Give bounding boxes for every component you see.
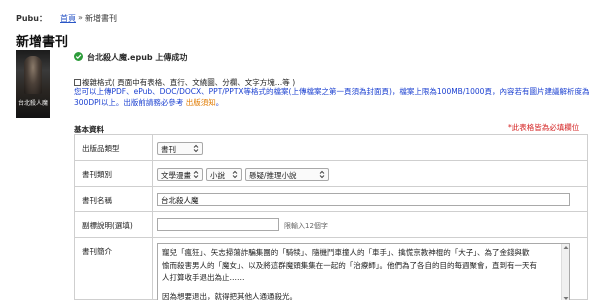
chevron-updown-icon [192, 144, 200, 153]
scroll-up-icon[interactable] [563, 245, 569, 250]
title-label: 書刊名稱 [82, 196, 112, 205]
summary-line-4: 因為想要退出，就得把其他人通通殺光。 [162, 291, 297, 300]
summary-line-1: 寵兒「瘋狂」、矢志掃蕩詐騙集團的「騎犊」、隨機鬥車撞人的「車手」、擒慌京教神棍的… [162, 248, 530, 257]
scroll-down-icon[interactable] [563, 296, 569, 300]
category-field-cell: 文學漫畫 小說 懸疑/推理小說 [153, 161, 587, 186]
subtitle-label-cell: 副標說明(選填) [75, 212, 153, 237]
form-row-title: 書刊名稱 台北殺人魔 [75, 187, 587, 212]
chevron-updown-icon [231, 170, 239, 179]
summary-label-cell: 書刊簡介 [75, 238, 153, 300]
upload-status-text: 台北殺人魔.epub 上傳成功 [87, 53, 188, 62]
summary-label: 書刊簡介 [82, 247, 112, 256]
form-row-subtitle: 副標說明(選填) 限輸入12個字 [75, 212, 587, 238]
upload-notice-text: 您可以上傳PDF、ePub、DOC/DOCX、PPT/PPTX等格式的檔案(上傳… [74, 87, 590, 107]
publishing-guide-link[interactable]: 出版須知 [186, 98, 216, 107]
cover-title-text: 台北殺人魔 [17, 100, 48, 107]
complex-format-checkbox[interactable] [74, 79, 81, 86]
book-title-input-value: 台北殺人魔 [161, 196, 199, 205]
book-title-input[interactable]: 台北殺人魔 [157, 193, 570, 206]
category-level1-value: 文學漫畫 [161, 171, 191, 180]
pub-type-label: 出版品類型 [82, 144, 120, 153]
site-brand: Pubu： [16, 14, 47, 23]
book-cover-thumbnail: 台北殺人魔 [16, 50, 50, 118]
page-title: 新增書刊 [16, 35, 69, 50]
upload-notice: 您可以上傳PDF、ePub、DOC/DOCX、PPT/PPTX等格式的檔案(上傳… [74, 87, 594, 108]
complex-format-label: 複雜格式( 頁面中有表格、直行、文繞圖、分欄、文字方塊…等 ) [82, 78, 296, 87]
pub-type-select[interactable]: 書刊 [157, 142, 203, 155]
subtitle-hint: 限輸入12個字 [284, 222, 328, 230]
title-label-cell: 書刊名稱 [75, 187, 153, 211]
breadcrumb-home-link[interactable]: 首頁 [60, 13, 76, 24]
pub-type-label-cell: 出版品類型 [75, 135, 153, 160]
subtitle-input[interactable] [157, 218, 279, 231]
form-row-summary: 書刊簡介 寵兒「瘋狂」、矢志掃蕩詐騙集團的「騎犊」、隨機鬥車撞人的「車手」、擒慌… [75, 238, 587, 300]
summary-scrollbar[interactable] [561, 244, 569, 300]
category-level3-value: 懸疑/推理小說 [249, 171, 297, 180]
form-row-category: 書刊類別 文學漫畫 小說 懸疑/推理小說 [75, 161, 587, 187]
cover-figure [24, 56, 42, 94]
category-label: 書刊類別 [82, 170, 112, 179]
category-level2-value: 小說 [210, 171, 225, 180]
summary-textarea[interactable]: 寵兒「瘋狂」、矢志掃蕩詐騙集團的「騎犊」、隨機鬥車撞人的「車手」、擒慌京教神棍的… [157, 243, 570, 300]
subtitle-label: 副標說明(選填) [82, 221, 133, 230]
check-circle-icon [74, 52, 83, 61]
basic-info-form: 出版品類型 書刊 書刊類別 文學漫畫 小說 懸疑/推理小說 書刊名稱 台北殺人魔… [74, 134, 588, 300]
category-label-cell: 書刊類別 [75, 161, 153, 186]
title-field-cell: 台北殺人魔 [153, 187, 587, 211]
category-level2-select[interactable]: 小說 [206, 168, 242, 181]
summary-text: 寵兒「瘋狂」、矢志掃蕩詐騙集團的「騎犊」、隨機鬥車撞人的「車手」、擒慌京教神棍的… [162, 247, 558, 300]
breadcrumb-separator: » [78, 13, 83, 22]
breadcrumb-current: 新增書刊 [85, 14, 117, 23]
chevron-updown-icon [318, 170, 326, 179]
summary-line-2: 愉而殺害男人的「魔女」、以及將這群魔頭集集在一起的「治療師」。他們為了各自的目的… [162, 260, 537, 270]
upload-notice-end: 。 [215, 97, 224, 107]
pub-type-select-value: 書刊 [161, 145, 176, 154]
category-level1-select[interactable]: 文學漫畫 [157, 168, 203, 181]
form-row-pub-type: 出版品類型 書刊 [75, 135, 587, 161]
top-bar: Pubu： 首頁 » 新增書刊 [0, 0, 600, 30]
required-fields-note: *此表格皆為必填欄位 [508, 123, 580, 132]
chevron-updown-icon [192, 170, 200, 179]
category-level3-select[interactable]: 懸疑/推理小說 [245, 168, 329, 181]
summary-field-cell: 寵兒「瘋狂」、矢志掃蕩詐騙集團的「騎犊」、隨機鬥車撞人的「車手」、擒慌京教神棍的… [153, 238, 587, 300]
summary-line-3: 人打算收手退出為止…… [162, 273, 245, 282]
subtitle-field-cell: 限輸入12個字 [153, 212, 587, 237]
pub-type-field-cell: 書刊 [153, 135, 587, 160]
